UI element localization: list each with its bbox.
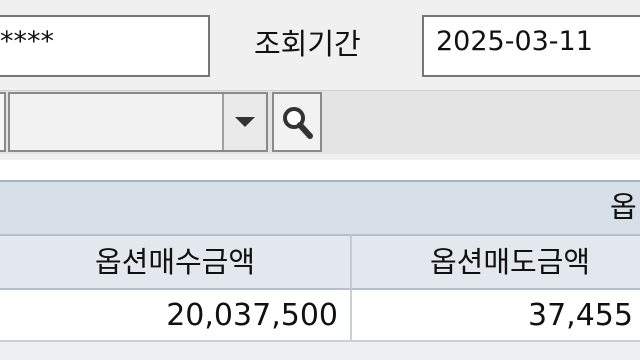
period-label: 조회기간 [254,27,361,61]
search-icon [283,107,313,139]
column-header-option-buy-amount[interactable]: 옵션매수금액 [0,234,352,290]
chevron-down-icon[interactable] [222,94,266,150]
account-number-field[interactable]: **** [0,15,210,77]
cell-option-buy-amount[interactable]: 20,037,500 [0,290,352,342]
option-combo-select[interactable] [8,92,268,152]
grid-group-header: 옵 [0,180,640,234]
start-date-field[interactable]: 2025-03-11 [422,15,640,77]
group-header-label: 옵 [610,190,637,224]
combo-value [10,94,220,150]
search-button[interactable] [272,92,322,152]
column-header-option-sell-amount[interactable]: 옵션매도금액 [352,234,640,290]
chevron-down-glyph [235,117,255,127]
grid-empty-area [0,342,640,360]
left-edge-control[interactable] [0,92,6,152]
cell-option-sell-amount[interactable]: 37,455 [352,290,640,342]
